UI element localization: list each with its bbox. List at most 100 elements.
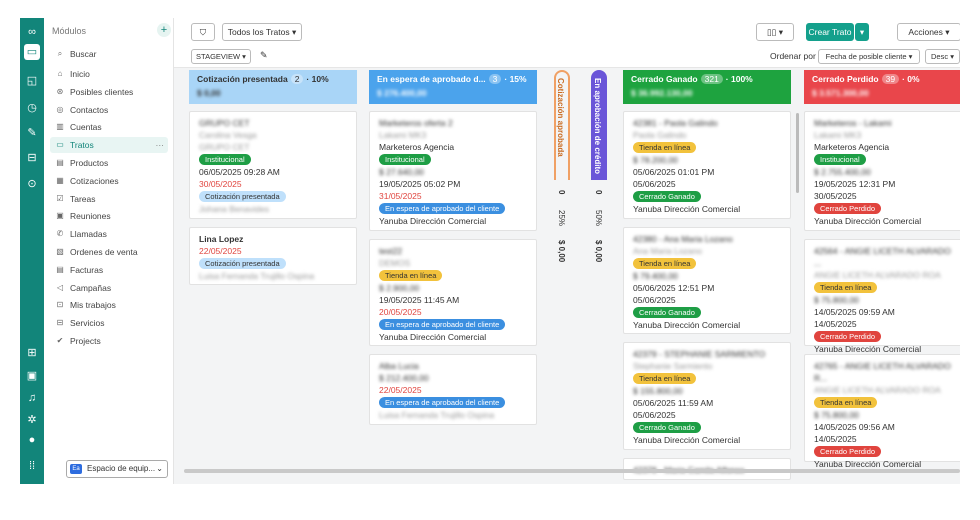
sidebar-item-facturas[interactable]: ▤ Facturas [50,262,168,278]
deal-name: test22 [379,245,403,256]
sidebar-item-inicio[interactable]: ⌂ Inicio [50,66,168,82]
deal-card[interactable]: Marketeros - Lakami Lakami MK3 Marketeros … [804,111,960,231]
stage-row: En espera de aprobado del cliente [379,202,527,215]
stage-header[interactable]: En espera de aprobado d... 3 · 15% $ 276.40… [369,70,537,104]
deal-stage-badge: Cotización presentada [199,257,286,269]
deal-stage-badge: En espera de aprobado del cliente [379,397,506,409]
sidebar-item-mis-trabajos[interactable]: ⊡ Mis trabajos [50,297,168,313]
deal-card[interactable]: 42379 - STEPHANIE SARMIENTO Stephanie Sar… [623,342,791,450]
order-dir-select[interactable]: Desc ▾ [925,49,960,64]
deal-tag: Institucional [379,154,431,165]
deal-card[interactable]: 42564 - ANGIE LICETH ALVARADO ... ANGIE L… [804,238,960,354]
collapsed-stage-column[interactable]: En aprobación de crédito 0 50% $ 0,00 [586,70,612,484]
workspace-badge: Ea [70,464,82,474]
deal-amount: $ 75.800,00 [814,294,859,305]
collapsed-stage-column[interactable]: Cotización aprobada 0 25% $ 0,00 [549,70,575,484]
stage-title: Cerrado Ganado [631,74,698,84]
create-deal-menu[interactable]: ▾ [855,23,869,41]
sidebar-item-tratos[interactable]: ▭ Tratos ··· [50,137,168,154]
chat-icon[interactable]: ✎ [24,125,40,141]
column-scrollbar[interactable] [796,113,799,193]
deal-card[interactable]: 42381 - Paola Galindo Paola Galindo Tienda… [623,111,791,219]
deals-icon[interactable]: ▭ [24,44,40,60]
bell-icon[interactable]: ♫ [24,390,40,406]
sidebar-item-ordenes-de-venta[interactable]: ▧ Ordenes de venta [50,244,168,260]
sidebar-item-reuniones[interactable]: ▣ Reuniones [50,208,168,224]
stage-row: Cotización presentada [199,190,347,203]
order-by-label: Ordenar por [770,51,816,61]
create-deal-button[interactable]: Crear Trato [806,23,854,41]
jobs-icon: ⊡ [56,300,64,310]
deal-card[interactable]: Lina Lopez 22/05/2025 Cotización presentad… [189,226,357,286]
deal-amount: $ 212.400,00 [379,373,429,384]
sidebar-title: Módulos [52,26,87,36]
tag-row: Tienda en línea [814,396,956,409]
sidebar-item-campañas[interactable]: ◁ Campañas [50,280,168,296]
deal-created-date: 14/05/2025 09:59 AM [814,306,895,317]
deal-card[interactable]: test22 DEMOS Tienda en línea $ 2.900,00 19/0… [369,238,537,347]
deal-amount: $ 75.800,00 [814,410,859,421]
view-selector[interactable]: Todos los Tratos ▾ [222,23,302,41]
deal-card[interactable]: Marketeros oferta 2 Lakami MK3 Marketeros … [369,111,537,231]
stage-row: Cerrado Perdido [814,445,956,458]
stageview-selector[interactable]: STAGEVIEW ▾ [191,49,251,64]
apps-grid-icon[interactable]: ⁞⁞ [24,458,40,474]
quotes-icon: ▦ [56,175,64,185]
sidebar-item-llamadas[interactable]: ✆ Llamadas [50,226,168,242]
deal-stage-badge: Cerrado Perdido [814,203,882,214]
stage-title: Cerrado Perdido [812,74,879,84]
deal-card[interactable]: Alba Lucia $ 212.400,00 22/05/2025 En esper… [369,354,537,426]
actions-button[interactable]: Acciones ▾ [897,23,960,41]
filter-button[interactable]: ⛉ [191,23,215,41]
order-field-select[interactable]: Fecha de posible cliente ▾ [818,49,920,64]
sidebar-item-productos[interactable]: ▤ Productos [50,155,168,171]
avatar[interactable]: ● [24,432,40,448]
deal-created-date: 05/06/2025 01:01 PM [633,167,715,177]
deal-owner: Yanuba Dirección Comercial [379,216,487,226]
deal-card[interactable]: 42765 - ANGIE LICETH ALVARADO R... ANGIE … [804,354,960,469]
home-icon: ⌂ [57,69,63,78]
sidebar-item-servicios[interactable]: ⊟ Servicios [50,315,168,331]
deal-contact: Carolina Vesga [199,130,257,140]
stage-row: Cerrado Ganado [633,190,781,203]
more-icon[interactable]: ··· [156,137,165,153]
app-rail: ∞ ▭ ◱ ◷ ✎ ⊟ ⊙ ⊞ ▣ ♫ ✲ ● ⁞⁞ [20,18,44,484]
clock-icon[interactable]: ◷ [24,100,40,116]
search-icon[interactable]: ⊙ [24,176,40,192]
settings-icon[interactable]: ✲ [24,412,40,428]
workspace-switcher[interactable]: Ea Espacio de equip... ⌄ [66,460,168,478]
calendar-icon[interactable]: ▣ [24,368,40,384]
add-module-button[interactable]: + [157,23,171,37]
sidebar-item-cotizaciones[interactable]: ▦ Cotizaciones [50,173,168,189]
stage-header[interactable]: Cotización presentada 2 · 10% $ 0,00 [189,70,357,104]
mail-icon[interactable]: ⊟ [24,150,40,166]
deal-owner: Yanuba Dirección Comercial [814,216,922,226]
stage-row: Cerrado Ganado [633,421,781,434]
stage-amount: $ 276.400,00 [377,88,427,98]
layout-toggle[interactable]: ▯▯ ▾ [756,23,794,41]
deal-contact: Lakami MK3 [814,130,862,140]
deal-card[interactable]: 42380 - Ana Maria Lozano Ana Maria Lozano… [623,226,791,335]
stage-count: 39 [881,74,900,84]
deal-name: Lina Lopez [199,233,244,244]
sidebar-item-label: Posibles clientes [70,86,134,97]
logo-icon[interactable]: ∞ [24,24,40,40]
sidebar-item-cuentas[interactable]: ▥ Cuentas [50,119,168,135]
sidebar-item-tareas[interactable]: ☑ Tareas [50,191,168,207]
stage-count: 321 [700,74,723,84]
sidebar-item-contactos[interactable]: ◎ Contactos [50,102,168,118]
stage-header[interactable]: Cerrado Ganado 321 · 100% $ 36.992.130,00 [623,70,791,104]
sidebar-item-label: Inicio [70,69,90,79]
board-scrollbar[interactable] [184,469,960,473]
stage-header[interactable]: Cerrado Perdido 39 · 0% $ 3.571.300,00 [804,70,960,104]
add-note-icon[interactable]: ⊞ [24,345,40,361]
sidebar-item-projects[interactable]: ✔ Projects [50,333,168,349]
sidebar-search[interactable]: ⌕ Buscar [50,46,168,62]
sidebar-item-posibles-clientes[interactable]: ⊛ Posibles clientes [50,84,168,100]
deal-card[interactable]: GRUPO CET Carolina Vesga GRUPO CET Instituc… [189,111,357,219]
edit-icon[interactable]: ✎ [260,50,268,61]
deal-close-date: 05/06/2025 [633,179,676,189]
deal-created-date: 19/05/2025 12:31 PM [814,179,896,189]
reports-icon[interactable]: ◱ [24,73,40,89]
deal-company: Marketeros Agencia [814,142,890,152]
